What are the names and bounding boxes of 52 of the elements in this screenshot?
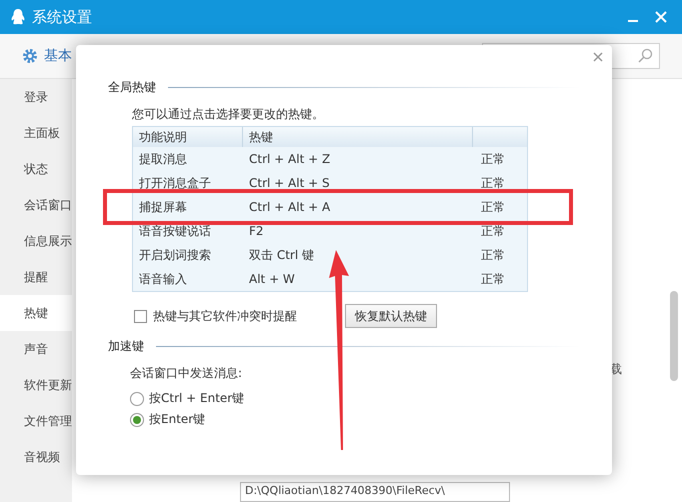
table-cell-text: 捕捉屏幕	[138, 198, 188, 216]
prompt-text: 会话窗口中发送消息:	[130, 365, 244, 382]
radio-button[interactable]	[130, 392, 144, 406]
table-cell-text: 提取消息	[138, 150, 188, 168]
minimize-icon	[628, 20, 638, 22]
window-title: 系统设置	[32, 8, 93, 26]
column-header[interactable]: 热键	[243, 127, 473, 147]
basic-settings-tab[interactable]: 基本	[44, 47, 72, 65]
sidebar-item[interactable]: 声音	[0, 331, 72, 367]
close-icon	[593, 52, 603, 62]
radio-label: 按Ctrl + Enter键	[149, 390, 244, 407]
table-cell-text: 正常	[480, 222, 506, 240]
sidebar-item[interactable]: 登录	[0, 79, 72, 115]
table-cell-text: 正常	[480, 174, 506, 192]
table-cell-text: 正常	[480, 198, 506, 216]
table-cell-text: 正常	[480, 150, 506, 168]
column-header[interactable]: 功能说明	[133, 127, 243, 147]
sidebar-item[interactable]: 音视频	[0, 439, 72, 475]
table-cell-text: Ctrl + Alt + A	[248, 200, 332, 214]
radio-button[interactable]	[130, 412, 144, 426]
table-cell-text: F2	[248, 224, 265, 238]
radio-label: 按Enter键	[149, 411, 206, 428]
sidebar-item[interactable]: 软件更新	[0, 367, 72, 403]
scrollbar-thumb[interactable]	[670, 291, 678, 381]
search-icon	[637, 48, 653, 64]
sidebar-item[interactable]: 主面板	[0, 115, 72, 151]
restore-defaults-button[interactable]: 恢复默认热键	[345, 304, 437, 328]
table-cell-text: 语音按键说话	[138, 222, 212, 240]
close-icon	[655, 11, 667, 23]
checkbox-label: 热键与其它软件冲突时提醒	[153, 308, 297, 324]
table-cell-text: 双击 Ctrl 键	[248, 246, 315, 264]
section-title: 加速键	[108, 338, 144, 355]
sidebar-item[interactable]: 会话窗口	[0, 187, 72, 223]
table-cell-text: 语音输入	[138, 270, 188, 288]
penguin-icon	[10, 8, 26, 26]
checkbox[interactable]	[134, 310, 147, 322]
sidebar-item[interactable]: 提醒	[0, 259, 72, 295]
path-field[interactable]: D:\QQliaotian\1827408390\FileRecv\	[240, 482, 510, 502]
table-cell-text: 正常	[480, 246, 506, 264]
table-cell-text: Ctrl + Alt + S	[248, 176, 331, 190]
sidebar-item[interactable]: 信息展示	[0, 223, 72, 259]
sidebar-item[interactable]: 状态	[0, 151, 72, 187]
table-cell-text: Alt + W	[248, 272, 296, 286]
sidebar-item[interactable]: 热键	[0, 295, 72, 331]
gear-icon	[22, 48, 38, 64]
table-cell-text: 正常	[480, 270, 506, 288]
section-title: 全局热键	[108, 79, 156, 96]
table-cell-text: 打开消息盒子	[138, 174, 212, 192]
table-cell-text: 开启划词搜索	[138, 246, 212, 264]
hint-text: 您可以通过点击选择要更改的热键。	[132, 106, 325, 123]
sidebar-item[interactable]: 文件管理	[0, 403, 72, 439]
table-cell-text: Ctrl + Alt + Z	[248, 152, 332, 166]
